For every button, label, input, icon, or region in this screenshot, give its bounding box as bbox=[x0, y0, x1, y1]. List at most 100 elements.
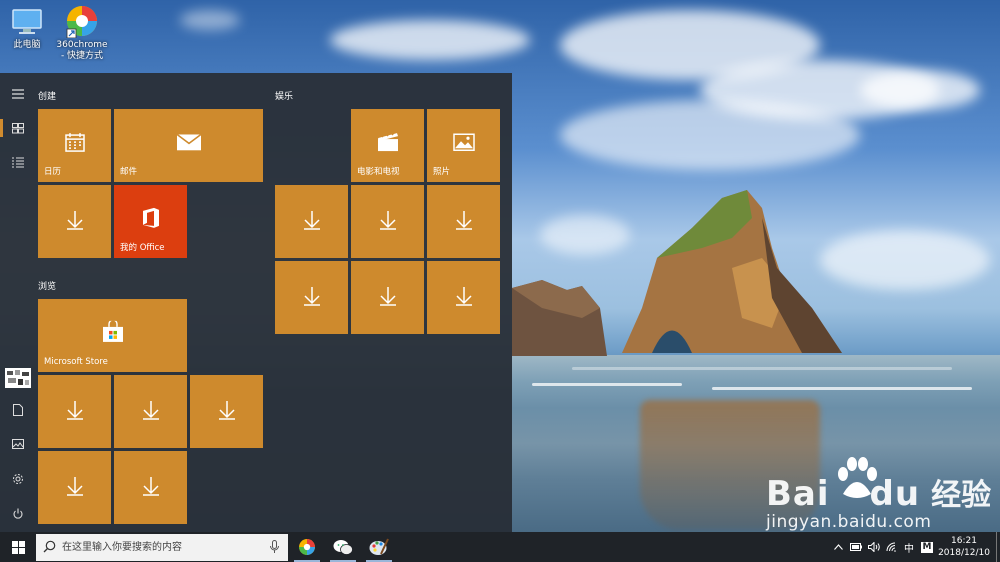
clock-time: 16:21 bbox=[951, 536, 977, 546]
calendar-icon bbox=[64, 132, 85, 156]
rock-arch bbox=[622, 190, 842, 353]
download-arrow-icon bbox=[455, 210, 473, 234]
wifi-icon bbox=[886, 542, 896, 552]
baidu-cn-text: 经验 bbox=[931, 478, 992, 513]
group-label-browse[interactable]: 浏览 bbox=[38, 279, 56, 292]
rail-tiles-button[interactable] bbox=[0, 111, 36, 145]
desktop-icon-360chrome[interactable]: 360chrome - 快捷方式 bbox=[52, 0, 112, 62]
tile-mail[interactable]: 邮件 bbox=[114, 109, 263, 182]
settings-gear-icon bbox=[13, 474, 23, 484]
tile-download-placeholder[interactable] bbox=[190, 375, 263, 448]
start-button[interactable] bbox=[0, 532, 36, 562]
mail-icon bbox=[176, 133, 201, 154]
download-arrow-icon bbox=[66, 210, 84, 234]
taskbar-app-360chrome[interactable] bbox=[289, 532, 325, 562]
search-icon bbox=[43, 540, 56, 553]
tile-download-placeholder[interactable] bbox=[114, 375, 187, 448]
download-arrow-icon bbox=[66, 476, 84, 500]
rail-pictures-button[interactable] bbox=[0, 427, 36, 461]
tile-label: 照片 bbox=[433, 167, 451, 177]
tile-download-placeholder[interactable] bbox=[114, 451, 187, 524]
group-label-entertainment[interactable]: 娱乐 bbox=[275, 89, 293, 102]
desktop-icon-sublabel: - 快捷方式 bbox=[60, 51, 104, 61]
baidu-paw-icon bbox=[838, 457, 877, 498]
rail-documents-button[interactable] bbox=[0, 393, 36, 427]
hamburger-icon bbox=[12, 89, 24, 99]
tile-download-placeholder[interactable] bbox=[38, 375, 111, 448]
tray-volume-button[interactable] bbox=[865, 532, 883, 562]
360chrome-icon bbox=[65, 4, 99, 39]
rail-user-button[interactable] bbox=[0, 361, 36, 395]
paint-icon bbox=[369, 538, 389, 555]
download-arrow-icon bbox=[379, 286, 397, 310]
group-label-create[interactable]: 创建 bbox=[38, 89, 56, 102]
tile-download-placeholder[interactable] bbox=[351, 261, 424, 334]
clock-date: 2018/12/10 bbox=[938, 548, 990, 558]
360chrome-icon bbox=[299, 539, 315, 555]
taskbar-app-wechat[interactable] bbox=[325, 532, 361, 562]
wave bbox=[712, 387, 972, 390]
tile-download-placeholder[interactable] bbox=[275, 261, 348, 334]
download-arrow-icon bbox=[142, 400, 160, 424]
clapperboard-icon bbox=[377, 131, 399, 156]
rail-all-apps-button[interactable] bbox=[0, 145, 36, 179]
download-arrow-icon bbox=[218, 400, 236, 424]
pictures-icon bbox=[12, 439, 24, 449]
tile-movies-tv[interactable]: 电影和电视 bbox=[351, 109, 424, 182]
tile-my-office[interactable]: 我的 Office bbox=[114, 185, 187, 258]
rock-left bbox=[512, 280, 607, 356]
microphone-icon[interactable] bbox=[270, 540, 279, 554]
search-input[interactable] bbox=[62, 538, 262, 557]
tray-ime-mode[interactable]: M bbox=[919, 532, 935, 562]
volume-icon bbox=[867, 542, 880, 552]
tile-download-placeholder[interactable] bbox=[275, 185, 348, 258]
download-arrow-icon bbox=[303, 286, 321, 310]
tile-calendar[interactable]: 日历 bbox=[38, 109, 111, 182]
show-desktop-button[interactable] bbox=[996, 532, 1000, 562]
tray-overflow-button[interactable] bbox=[830, 532, 846, 562]
tile-microsoft-store[interactable]: Microsoft Store bbox=[38, 299, 187, 372]
office-logo-icon bbox=[141, 206, 161, 232]
tile-download-placeholder[interactable] bbox=[427, 185, 500, 258]
taskbar-clock[interactable]: 16:21 2018/12/10 bbox=[936, 535, 992, 559]
cloud bbox=[560, 100, 860, 170]
ime-mode-badge: M bbox=[920, 541, 934, 553]
tray-ime-language[interactable]: 中 bbox=[901, 532, 917, 562]
cloud bbox=[860, 70, 980, 110]
rail-settings-button[interactable] bbox=[0, 462, 36, 496]
tile-label: 我的 Office bbox=[120, 243, 165, 253]
taskbar: 中 M 16:21 2018/12/10 bbox=[0, 532, 1000, 562]
hamburger-button[interactable] bbox=[0, 77, 36, 111]
download-arrow-icon bbox=[379, 210, 397, 234]
wave bbox=[532, 383, 682, 386]
tiles-icon bbox=[12, 122, 24, 133]
tile-download-placeholder[interactable] bbox=[38, 451, 111, 524]
baidu-watermark: Bai du 经验 jingyan.baidu.com bbox=[766, 457, 992, 532]
desktop-icon-label: 此电脑 bbox=[13, 40, 41, 50]
download-arrow-icon bbox=[455, 286, 473, 310]
windows-logo-icon bbox=[11, 540, 25, 554]
power-icon bbox=[13, 508, 23, 519]
photos-icon bbox=[452, 132, 475, 155]
tile-label: 日历 bbox=[44, 167, 62, 177]
baidu-url: jingyan.baidu.com bbox=[766, 512, 932, 532]
desktop-icon-this-pc[interactable]: 此电脑 bbox=[0, 0, 57, 51]
rail-power-button[interactable] bbox=[0, 497, 36, 531]
taskbar-app-paint[interactable] bbox=[361, 532, 397, 562]
taskbar-search-box[interactable] bbox=[36, 534, 288, 561]
this-pc-icon bbox=[10, 4, 44, 38]
cloud bbox=[180, 10, 240, 30]
all-apps-list-icon bbox=[12, 157, 24, 167]
wechat-icon bbox=[333, 539, 353, 555]
download-arrow-icon bbox=[66, 400, 84, 424]
tile-download-placeholder[interactable] bbox=[38, 185, 111, 258]
tray-battery-button[interactable] bbox=[847, 532, 865, 562]
wave bbox=[572, 367, 952, 370]
start-rail bbox=[0, 73, 36, 532]
tray-network-button[interactable] bbox=[883, 532, 901, 562]
tile-download-placeholder[interactable] bbox=[427, 261, 500, 334]
tile-photos[interactable]: 照片 bbox=[427, 109, 500, 182]
tile-download-placeholder[interactable] bbox=[351, 185, 424, 258]
store-bag-icon bbox=[102, 318, 124, 346]
baidu-logo-text: Bai bbox=[766, 474, 830, 514]
